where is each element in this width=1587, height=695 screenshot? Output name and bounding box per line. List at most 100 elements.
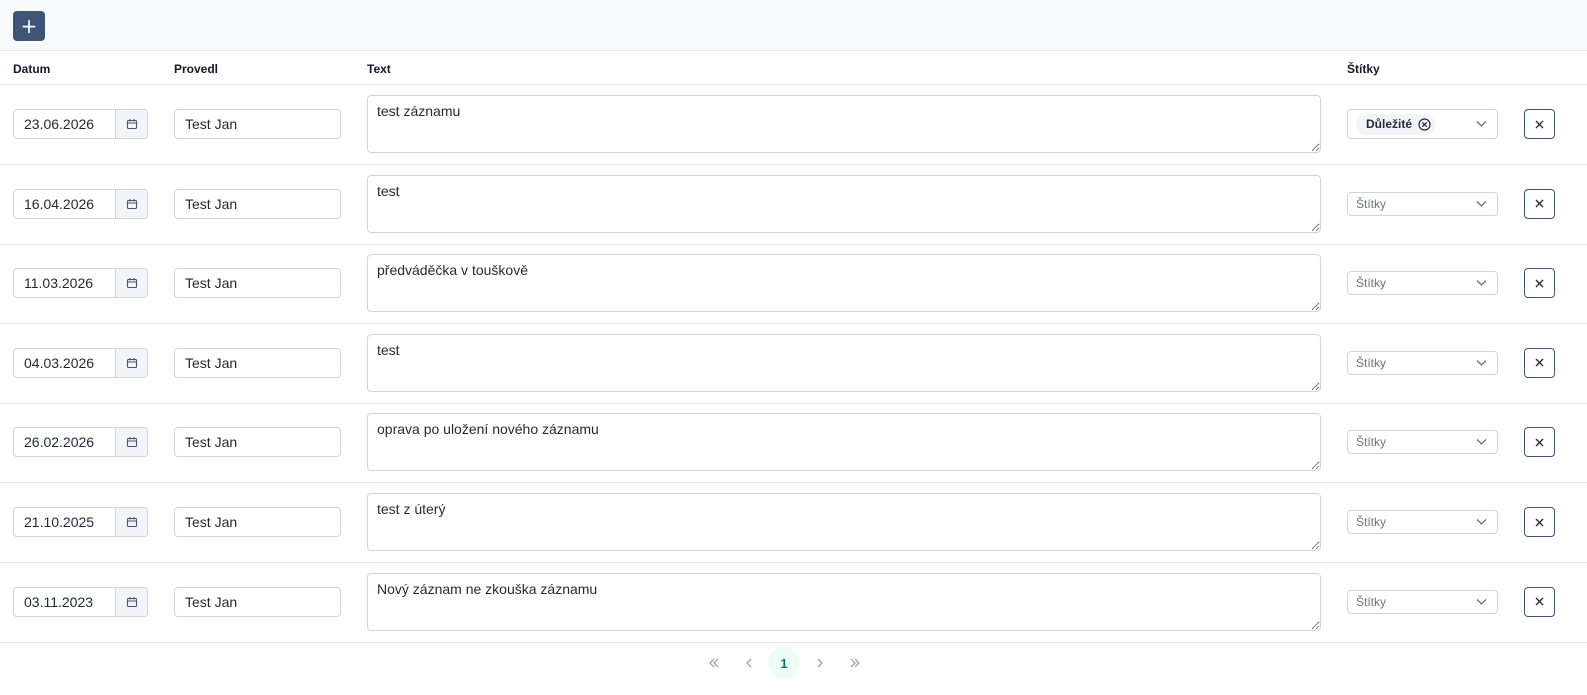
page-1-button[interactable]: 1 xyxy=(768,647,800,679)
close-icon xyxy=(1535,438,1544,447)
chevron-down-icon xyxy=(1476,598,1487,605)
table-row: test Štítky xyxy=(0,165,1587,245)
performed-by-input[interactable] xyxy=(174,347,341,378)
tags-placeholder: Štítky xyxy=(1356,196,1387,211)
tags-select[interactable]: Štítky xyxy=(1347,350,1498,375)
delete-row-button[interactable] xyxy=(1524,188,1555,219)
tags-placeholder: Štítky xyxy=(1356,276,1387,291)
chevron-right-icon xyxy=(817,658,823,668)
pagination: 1 xyxy=(0,647,1587,681)
chevron-down-icon xyxy=(1476,359,1487,366)
tags-dropdown-toggle[interactable] xyxy=(1476,121,1487,128)
date-picker-button[interactable] xyxy=(115,428,147,457)
tags-dropdown-toggle[interactable] xyxy=(1476,439,1487,446)
date-input[interactable] xyxy=(14,587,115,616)
date-picker-button[interactable] xyxy=(115,110,147,138)
table-row: oprava po uložení nového záznamu Štítky xyxy=(0,403,1587,484)
tags-dropdown-toggle[interactable] xyxy=(1476,280,1487,287)
date-picker-button[interactable] xyxy=(115,508,147,536)
first-page-button[interactable] xyxy=(698,647,730,679)
tags-select[interactable]: Štítky xyxy=(1347,271,1498,296)
add-record-button[interactable]: + xyxy=(13,11,45,41)
tags-dropdown-toggle[interactable] xyxy=(1476,598,1487,605)
calendar-icon xyxy=(126,596,137,607)
chevron-down-icon xyxy=(1476,439,1487,446)
chevron-down-icon xyxy=(1476,280,1487,287)
date-input[interactable] xyxy=(14,269,115,298)
remove-tag-button[interactable] xyxy=(1418,117,1431,131)
date-input[interactable] xyxy=(14,428,115,457)
table-row: test záznamu Důležité xyxy=(0,85,1587,165)
record-text-area[interactable]: předváděčka v touškově xyxy=(367,254,1321,313)
table-header: Datum Provedl Text Štítky xyxy=(0,51,1587,85)
chevron-down-icon xyxy=(1476,519,1487,525)
table-row: test z úterý Štítky xyxy=(0,483,1587,563)
toolbar: + xyxy=(0,0,1587,51)
column-header-tags: Štítky xyxy=(1347,62,1380,76)
date-input[interactable] xyxy=(14,110,115,138)
date-input[interactable] xyxy=(14,189,115,218)
tags-select[interactable]: Štítky xyxy=(1347,430,1498,455)
delete-row-button[interactable] xyxy=(1524,268,1555,299)
tags-dropdown-toggle[interactable] xyxy=(1476,200,1487,207)
performed-by-input[interactable] xyxy=(174,507,341,537)
close-icon xyxy=(1535,199,1544,208)
close-icon xyxy=(1535,120,1544,128)
date-field xyxy=(13,188,148,219)
column-header-date: Datum xyxy=(13,62,51,76)
tags-dropdown-toggle[interactable] xyxy=(1476,519,1487,526)
performed-by-input[interactable] xyxy=(174,188,341,219)
tag-chip: Důležité xyxy=(1356,113,1436,135)
close-icon xyxy=(1535,518,1544,526)
delete-row-button[interactable] xyxy=(1524,427,1555,458)
previous-page-button[interactable] xyxy=(733,647,765,679)
record-text-area[interactable]: Nový záznam ne zkouška záznamu xyxy=(367,572,1321,631)
date-picker-button[interactable] xyxy=(115,348,147,377)
circle-x-icon xyxy=(1418,117,1431,131)
double-chevron-right-icon xyxy=(850,658,860,668)
tags-placeholder: Štítky xyxy=(1356,594,1387,609)
delete-row-button[interactable] xyxy=(1524,347,1555,378)
date-picker-button[interactable] xyxy=(115,269,147,298)
table-row: předváděčka v touškově Štítky xyxy=(0,244,1587,325)
last-page-button[interactable] xyxy=(839,647,871,679)
performed-by-input[interactable] xyxy=(174,268,341,299)
tags-dropdown-toggle[interactable] xyxy=(1476,359,1487,366)
date-picker-button[interactable] xyxy=(115,189,147,218)
close-icon xyxy=(1535,358,1544,367)
record-text-area[interactable]: test z úterý xyxy=(367,493,1321,551)
delete-row-button[interactable] xyxy=(1524,109,1555,139)
delete-row-button[interactable] xyxy=(1524,586,1555,617)
calendar-icon xyxy=(126,517,137,528)
delete-row-button[interactable] xyxy=(1524,507,1555,537)
record-text-area[interactable]: test záznamu xyxy=(367,95,1321,153)
date-field xyxy=(13,427,148,458)
tags-select[interactable]: Důležité xyxy=(1347,109,1498,139)
tags-select[interactable]: Štítky xyxy=(1347,510,1498,534)
performed-by-input[interactable] xyxy=(174,586,341,617)
date-input[interactable] xyxy=(14,348,115,377)
tags-select[interactable]: Štítky xyxy=(1347,589,1498,614)
tags-select[interactable]: Štítky xyxy=(1347,191,1498,216)
next-page-button[interactable] xyxy=(804,647,836,679)
date-picker-button[interactable] xyxy=(115,587,147,616)
date-field xyxy=(13,347,148,378)
close-icon xyxy=(1535,597,1544,606)
record-text-area[interactable]: test xyxy=(367,174,1321,233)
date-field xyxy=(13,507,148,537)
chevron-left-icon xyxy=(746,658,752,668)
date-field xyxy=(13,268,148,299)
record-text-area[interactable]: oprava po uložení nového záznamu xyxy=(367,413,1321,472)
record-text-area[interactable]: test xyxy=(367,333,1321,392)
date-input[interactable] xyxy=(14,508,115,536)
chevron-down-icon xyxy=(1476,200,1487,207)
tag-chip-label: Důležité xyxy=(1366,117,1413,131)
table-row: Nový záznam ne zkouška záznamu Štítky xyxy=(0,563,1587,643)
performed-by-input[interactable] xyxy=(174,109,341,139)
calendar-icon xyxy=(126,437,137,448)
date-field xyxy=(13,586,148,617)
performed-by-input[interactable] xyxy=(174,427,341,458)
calendar-icon xyxy=(126,278,137,289)
calendar-icon xyxy=(126,198,137,209)
tags-placeholder: Štítky xyxy=(1356,435,1387,450)
